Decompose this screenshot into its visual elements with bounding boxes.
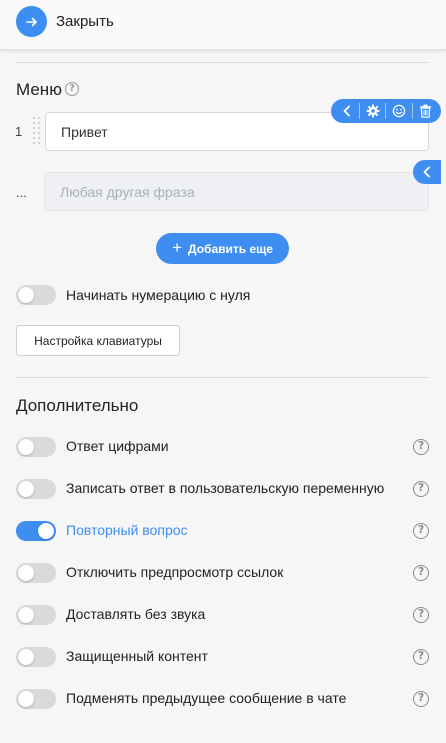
keyboard-settings-label: Настройка клавиатуры (34, 333, 162, 348)
help-icon[interactable]: ? (413, 607, 429, 623)
divider (16, 62, 429, 63)
option-label: Ответ цифрами (66, 438, 169, 454)
drag-handle-icon[interactable] (33, 115, 41, 149)
menu-item-value: Привет (61, 124, 108, 140)
smiley-icon (392, 104, 406, 118)
help-icon[interactable]: ? (413, 481, 429, 497)
plus-icon: + (172, 237, 182, 257)
add-more-label: Добавить еще (188, 241, 273, 256)
toolbar-emoji-button[interactable] (388, 100, 410, 122)
option-toggle[interactable] (16, 521, 56, 541)
help-icon[interactable]: ? (413, 439, 429, 455)
arrow-right-icon (25, 17, 37, 26)
close-button[interactable] (16, 6, 47, 37)
add-more-button[interactable]: + Добавить еще (156, 233, 289, 264)
keyboard-settings-button[interactable]: Настройка клавиатуры (16, 325, 180, 356)
option-label: Доставлять без звука (66, 606, 206, 622)
any-phrase-input[interactable]: Любая другая фраза (44, 172, 429, 211)
help-icon[interactable]: ? (65, 82, 79, 96)
chevron-left-icon (343, 105, 350, 117)
toolbar-separator (385, 103, 387, 119)
help-icon[interactable]: ? (413, 523, 429, 539)
any-phrase-placeholder: Любая другая фраза (60, 184, 195, 200)
extra-row-marker: ... (16, 185, 27, 200)
option-toggle[interactable] (16, 437, 56, 457)
chevron-left-icon (423, 166, 430, 178)
toolbar-delete-button[interactable] (414, 100, 436, 122)
item-toolbar (331, 99, 441, 123)
header-bar: Закрыть (0, 0, 446, 50)
help-icon[interactable]: ? (413, 565, 429, 581)
numbering-toggle[interactable] (16, 285, 56, 305)
numbering-toggle-label: Начинать нумерацию с нуля (66, 287, 251, 303)
help-icon[interactable]: ? (413, 649, 429, 665)
option-label: Повторный вопрос (66, 522, 188, 538)
collapse-button[interactable] (413, 160, 441, 184)
help-icon[interactable]: ? (413, 691, 429, 707)
close-label[interactable]: Закрыть (56, 13, 114, 30)
toolbar-collapse-button[interactable] (336, 100, 358, 122)
option-toggle[interactable] (16, 647, 56, 667)
additional-title: Дополнительно (16, 396, 139, 415)
option-toggle[interactable] (16, 479, 56, 499)
option-label: Отключить предпросмотр ссылок (66, 564, 284, 580)
option-toggle[interactable] (16, 689, 56, 709)
option-label: Подменять предыдущее сообщение в чате (66, 690, 347, 706)
option-toggle[interactable] (16, 605, 56, 625)
trash-icon (419, 104, 431, 118)
option-toggle[interactable] (16, 563, 56, 583)
option-label: Защищенный контент (66, 648, 208, 664)
toolbar-separator (411, 103, 413, 119)
toolbar-separator (359, 103, 361, 119)
menu-title: Меню (16, 80, 62, 99)
toolbar-settings-button[interactable] (362, 100, 384, 122)
option-label: Записать ответ в пользовательскую переме… (66, 480, 385, 496)
menu-item-number: 1 (15, 124, 23, 139)
gear-icon (366, 104, 380, 118)
divider (16, 377, 429, 378)
